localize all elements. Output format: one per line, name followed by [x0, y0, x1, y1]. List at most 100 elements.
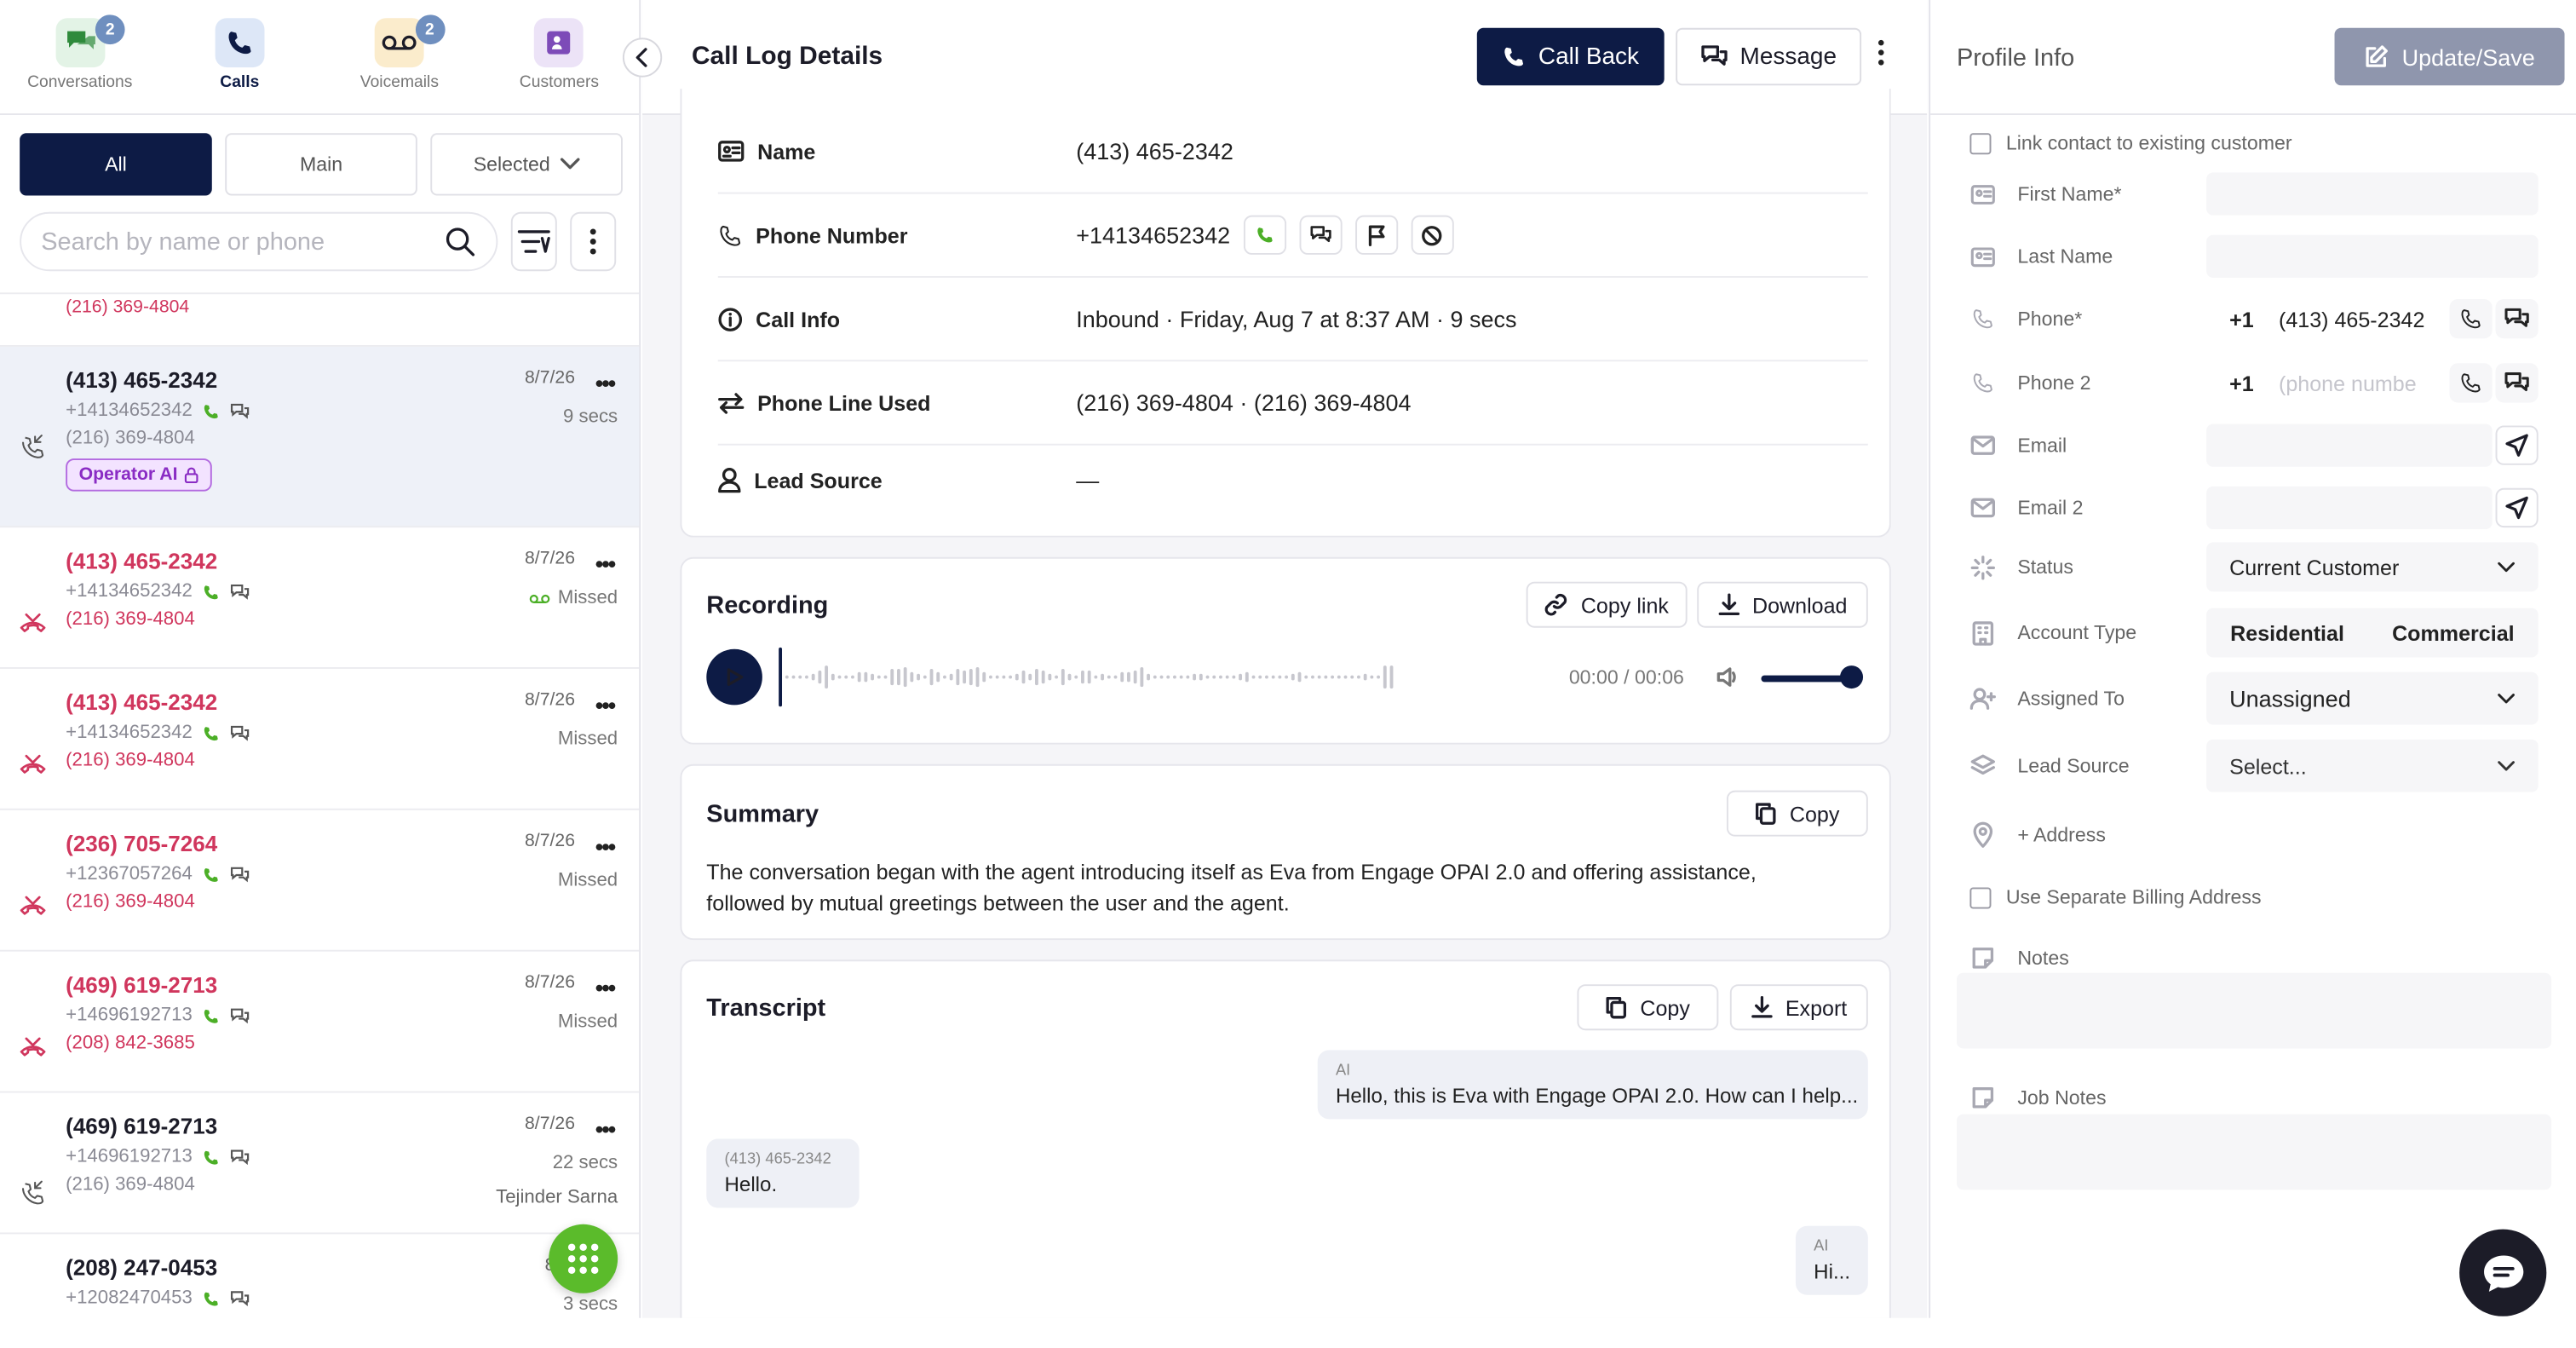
more-horizontal-icon[interactable]: •••: [595, 975, 616, 1001]
download-icon: [1717, 593, 1739, 615]
tab-conversations[interactable]: 2 Conversations: [0, 0, 160, 113]
copy-link-label: Copy link: [1580, 592, 1669, 618]
summary-copy-button[interactable]: Copy: [1726, 790, 1868, 837]
info-label: Call Info: [756, 306, 841, 331]
country-code[interactable]: +1: [2206, 307, 2263, 331]
lead-source-select[interactable]: Select...: [2206, 739, 2539, 792]
job-notes-textarea[interactable]: [1956, 1114, 2552, 1190]
list-item-partial[interactable]: (216) 369-4804: [0, 294, 640, 347]
call-list-item[interactable]: (208) 247-0453+120824704538/7/•••3 secs: [0, 1234, 639, 1317]
more-vertical-icon[interactable]: [1877, 39, 1884, 66]
copy-link-button[interactable]: Copy link: [1526, 581, 1688, 628]
waveform[interactable]: [779, 647, 1527, 707]
tab-customers[interactable]: Customers: [480, 0, 640, 113]
tab-calls[interactable]: Calls: [160, 0, 320, 113]
waveform-bar: [1061, 668, 1065, 686]
volume-slider-handle[interactable]: [1840, 665, 1864, 689]
waveform-bar: [1002, 675, 1006, 679]
more-horizontal-icon[interactable]: •••: [595, 550, 616, 577]
copy-label: Copy: [1789, 801, 1840, 827]
account-type-residential[interactable]: Residential: [2230, 620, 2344, 645]
user-plus-icon: [1969, 688, 1996, 710]
phone-call-button[interactable]: [2449, 299, 2493, 339]
voicemails-badge: 2: [414, 14, 445, 45]
phone2-text-button[interactable]: [2495, 363, 2539, 403]
more-options-button[interactable]: [570, 211, 617, 272]
last-name-input[interactable]: [2206, 234, 2539, 278]
call-list-item[interactable]: (469) 619-2713 +14696192713 (208) 842-3685…: [0, 952, 640, 1093]
collapse-panel-button[interactable]: [622, 37, 663, 78]
block-icon: [1422, 225, 1443, 245]
badge-label: Operator AI: [78, 464, 178, 485]
call-list-item[interactable]: (413) 465-2342 +14134652342 (216) 369-4804…: [0, 669, 640, 810]
sort-filter-button[interactable]: [510, 211, 557, 272]
dialpad-button[interactable]: [549, 1224, 618, 1293]
filter-main-button[interactable]: Main: [225, 133, 417, 196]
waveform-bar: [1193, 673, 1197, 681]
phone-text-button[interactable]: [2495, 299, 2539, 339]
agent-name: Tejinder Sarna: [496, 1188, 618, 1208]
export-button[interactable]: Export: [1729, 984, 1868, 1031]
account-type-commercial[interactable]: Commercial: [2392, 620, 2515, 645]
email-input[interactable]: [2206, 423, 2493, 467]
download-button[interactable]: Download: [1697, 581, 1868, 628]
assigned-to-select[interactable]: Unassigned: [2206, 671, 2539, 725]
phone2-call-button[interactable]: [2449, 363, 2493, 403]
link-contact-checkbox[interactable]: [1969, 132, 1992, 154]
link-contact-checkbox-row[interactable]: Link contact to existing customer: [1969, 131, 2292, 154]
phone-input[interactable]: (413) 465-2342: [2279, 307, 2450, 331]
chat-support-button[interactable]: [2459, 1229, 2547, 1316]
waveform-bar: [844, 675, 848, 679]
message-button[interactable]: Message: [1676, 27, 1862, 86]
phone-line: (208) 842-3685: [66, 1034, 195, 1054]
play-button[interactable]: [706, 648, 762, 706]
tab-voicemails[interactable]: 2 Voicemails: [319, 0, 480, 113]
message-text: Hello.: [724, 1173, 778, 1197]
call-list-item[interactable]: (236) 705-7264 +12367057264 (216) 369-4804…: [0, 810, 640, 952]
transcript-copy-button[interactable]: Copy: [1577, 984, 1719, 1031]
call-button[interactable]: [1243, 215, 1286, 255]
flag-button[interactable]: [1354, 215, 1398, 255]
status-text: 9 secs: [563, 407, 618, 428]
waveform-bar: [903, 667, 907, 688]
more-horizontal-icon[interactable]: •••: [595, 370, 616, 396]
email2-input[interactable]: [2206, 486, 2493, 530]
country-code[interactable]: +1: [2206, 371, 2263, 395]
more-horizontal-icon[interactable]: •••: [595, 1116, 616, 1143]
first-name-input[interactable]: [2206, 172, 2539, 216]
add-address-link[interactable]: + Address: [2017, 823, 2106, 846]
more-horizontal-icon[interactable]: •••: [595, 692, 616, 718]
summary-card: Summary Copy The conversation began with…: [680, 763, 1891, 941]
from-number: +14696192713: [66, 1147, 193, 1167]
call-list-item[interactable]: (469) 619-2713 +14696192713 (216) 369-4804…: [0, 1093, 640, 1235]
job-notes-label: Job Notes: [2017, 1086, 2107, 1109]
block-button[interactable]: [1411, 215, 1454, 255]
update-save-button[interactable]: Update/Save: [2334, 27, 2565, 86]
search-icon[interactable]: [444, 225, 477, 258]
filter-selected-button[interactable]: Selected: [430, 133, 623, 196]
billing-checkbox[interactable]: [1969, 886, 1992, 908]
call-date: 8/7/26: [525, 690, 576, 711]
filter-all-button[interactable]: All: [20, 133, 212, 196]
search-input[interactable]: [41, 228, 419, 256]
waveform-bar: [1159, 675, 1164, 679]
transcript-message-caller: (413) 465-2342 Hello.: [706, 1138, 860, 1208]
call-list-item[interactable]: (413) 465-2342 +14134652342 (216) 369-4804…: [0, 346, 640, 528]
more-horizontal-icon[interactable]: •••: [595, 833, 616, 860]
text-button[interactable]: [1299, 215, 1343, 255]
call-back-button[interactable]: Call Back: [1476, 27, 1665, 86]
waveform-bar: [943, 675, 946, 679]
notes-textarea[interactable]: [1956, 972, 2552, 1049]
email-send-button[interactable]: [2495, 425, 2539, 465]
phone2-input[interactable]: (phone numbe: [2279, 371, 2450, 395]
billing-checkbox-row[interactable]: Use Separate Billing Address: [1969, 886, 2262, 909]
phone-icon: [1505, 47, 1524, 66]
address-row[interactable]: + Address: [1969, 821, 2538, 848]
status-select[interactable]: Current Customer: [2206, 542, 2539, 592]
missed-call-icon: [20, 1037, 46, 1057]
volume-icon[interactable]: [1716, 667, 1739, 687]
call-list-item[interactable]: (413) 465-2342 +14134652342 (216) 369-4804…: [0, 527, 640, 669]
account-type-toggle: Residential Commercial: [2206, 608, 2539, 658]
email2-send-button[interactable]: [2495, 487, 2539, 528]
chevron-down-icon: [2498, 561, 2515, 572]
